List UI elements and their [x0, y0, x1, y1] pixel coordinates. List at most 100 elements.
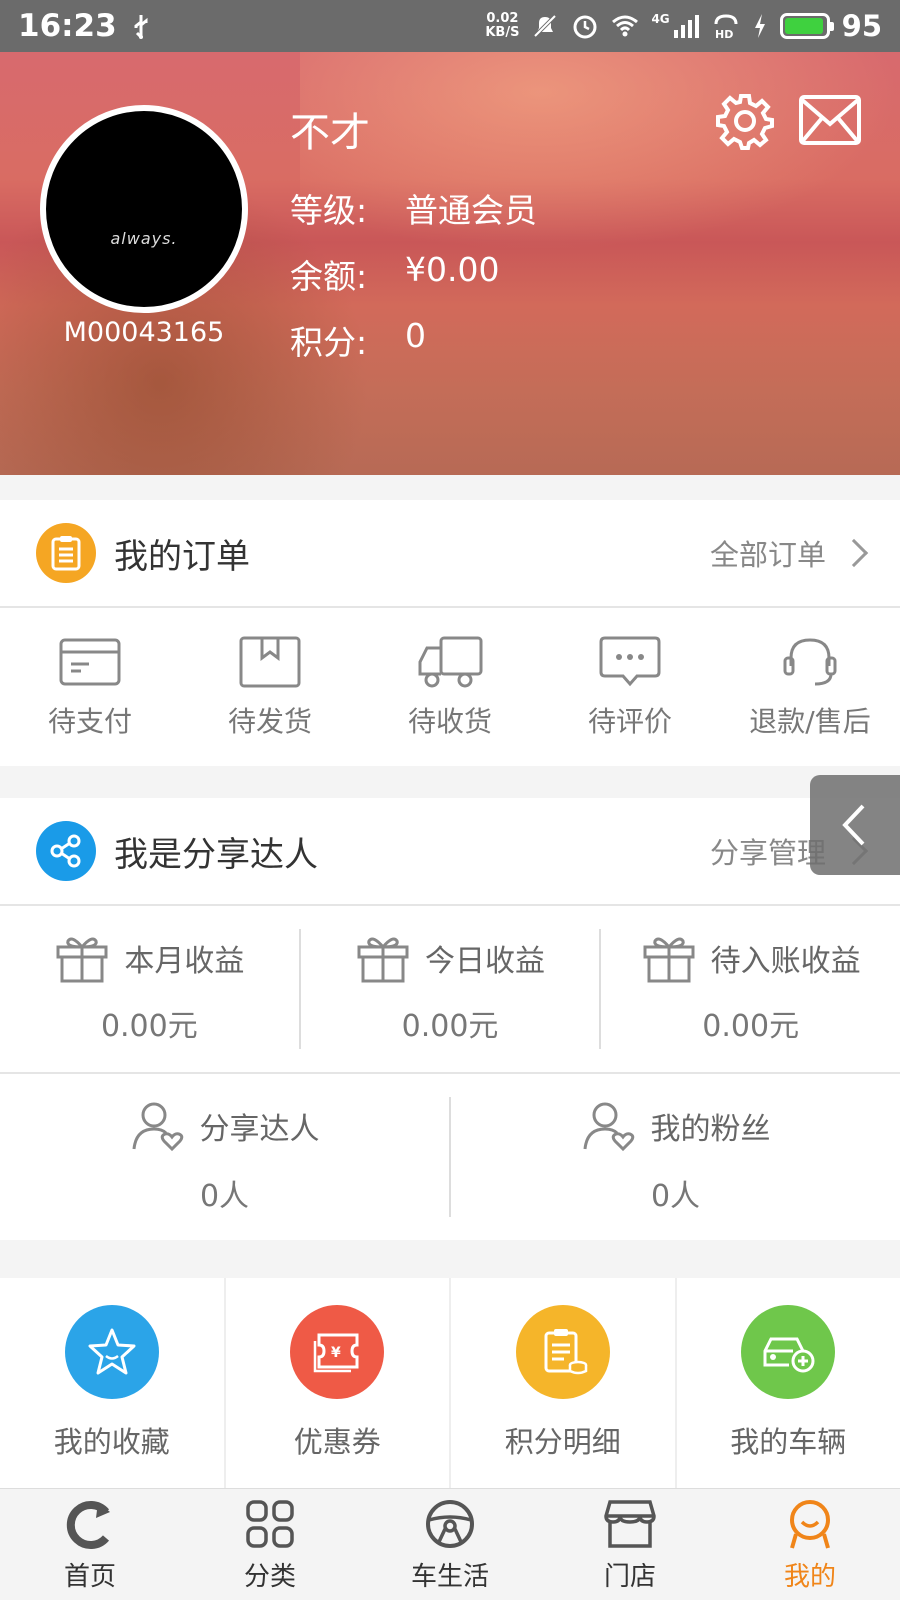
- nav-label: 首页: [63, 1562, 116, 1592]
- nav-mine[interactable]: 我的: [720, 1489, 900, 1600]
- all-orders-label: 全部订单: [709, 538, 826, 572]
- earning-label: 待入账收益: [710, 944, 861, 979]
- orders-title: 我的订单: [114, 536, 250, 577]
- steering-wheel-icon: [426, 1500, 474, 1548]
- card-icon: [59, 638, 121, 686]
- headset-icon: [783, 638, 837, 686]
- net-speed: 0.02 KB/S: [485, 11, 520, 40]
- avatar[interactable]: always.: [40, 105, 248, 313]
- tool-points-detail[interactable]: 积分明细: [451, 1278, 677, 1488]
- share-header[interactable]: 我是分享达人 分享管理: [0, 798, 900, 906]
- fans-label: 分享达人: [199, 1112, 320, 1147]
- wifi-icon: [612, 15, 639, 37]
- status-bar: 16:23 0.02 KB/S 4G HD 95: [0, 0, 900, 52]
- gift-icon: [357, 937, 409, 983]
- share-title: 我是分享达人: [114, 834, 318, 875]
- my-fans-count[interactable]: 我的粉丝 0人: [451, 1097, 900, 1217]
- earning-label: 今日收益: [425, 944, 545, 979]
- bottom-nav: 首页 分类 车生活 门店 我的: [0, 1488, 900, 1600]
- username: 不才: [290, 110, 370, 156]
- fans-row: 分享达人 0人 我的粉丝 0人: [0, 1074, 900, 1240]
- order-item-label: 退款/售后: [749, 705, 871, 738]
- balance-value: ¥0.00: [405, 250, 500, 289]
- charging-icon: [754, 14, 765, 38]
- chevron-right-icon: [839, 538, 869, 568]
- star-icon: [64, 1305, 159, 1399]
- earning-value: 0.00元: [702, 1009, 800, 1044]
- level-row: 等级: 普通会员: [290, 184, 537, 232]
- balance-row: 余额: ¥0.00: [290, 250, 499, 298]
- tool-label: 我的车辆: [730, 1425, 847, 1459]
- order-pending-receipt[interactable]: 待收货: [360, 608, 540, 766]
- clipboard-icon: [36, 523, 96, 583]
- svg-text:HD: HD: [715, 28, 733, 40]
- order-item-label: 待支付: [47, 705, 132, 738]
- tools-row: 我的收藏 ¥ 优惠券 积分明细 我的车辆: [0, 1278, 900, 1488]
- profile-header: always. M00043165 不才 等级: 普通会员 余额: ¥0.00 …: [0, 52, 900, 475]
- order-pending-shipment[interactable]: 待发货: [180, 608, 360, 766]
- mute-icon: [534, 14, 557, 38]
- gift-icon: [56, 937, 108, 983]
- gift-icon: [643, 937, 695, 983]
- order-item-label: 待评价: [587, 705, 672, 738]
- user-heart-icon: [132, 1102, 183, 1152]
- user-icon: [790, 1500, 830, 1549]
- tool-label: 我的收藏: [53, 1425, 170, 1459]
- order-refund-aftersale[interactable]: 退款/售后: [720, 608, 900, 766]
- tool-label: 积分明细: [504, 1425, 621, 1459]
- level-value: 普通会员: [405, 191, 537, 230]
- balance-label: 余额:: [290, 257, 368, 296]
- share-manage-label: 分享管理: [709, 836, 826, 870]
- nav-label: 分类: [243, 1562, 296, 1592]
- points-value: 0: [405, 316, 426, 355]
- share-section: 我是分享达人 分享管理 本月收益 0.00元 今日收益 0.00元 待入账收益: [0, 798, 900, 1240]
- store-icon: [604, 1500, 656, 1548]
- settings-gear-icon[interactable]: [716, 92, 774, 150]
- earning-monthly[interactable]: 本月收益 0.00元: [0, 929, 301, 1049]
- car-add-icon: [741, 1305, 836, 1399]
- share-experts-count[interactable]: 分享达人 0人: [0, 1097, 451, 1217]
- points-label: 积分:: [290, 323, 368, 362]
- nav-store[interactable]: 门店: [540, 1489, 720, 1600]
- order-item-label: 待收货: [407, 705, 492, 738]
- coupon-icon: ¥: [290, 1305, 385, 1399]
- tool-favorites[interactable]: 我的收藏: [0, 1278, 226, 1488]
- home-refresh-icon: [66, 1501, 110, 1549]
- nav-label: 门店: [603, 1562, 656, 1592]
- signal-icon: [673, 15, 699, 38]
- tools-section: 我的收藏 ¥ 优惠券 积分明细 我的车辆: [0, 1278, 900, 1488]
- grid-icon: [246, 1500, 294, 1548]
- all-orders-link[interactable]: 全部订单: [709, 532, 869, 574]
- chevron-left-icon: [842, 804, 865, 846]
- orders-header[interactable]: 我的订单 全部订单: [0, 500, 900, 608]
- points-list-icon: [515, 1305, 610, 1399]
- earning-value: 0.00元: [100, 1009, 198, 1044]
- order-pending-payment[interactable]: 待支付: [0, 608, 180, 766]
- earning-label: 本月收益: [124, 944, 245, 979]
- tool-coupons[interactable]: ¥ 优惠券: [226, 1278, 451, 1488]
- floating-back-button[interactable]: [810, 775, 900, 875]
- svg-text:¥: ¥: [331, 1345, 341, 1361]
- truck-icon: [418, 636, 483, 688]
- earnings-row: 本月收益 0.00元 今日收益 0.00元 待入账收益 0.00元: [0, 906, 900, 1074]
- earning-today[interactable]: 今日收益 0.00元: [301, 929, 602, 1049]
- battery-icon: [779, 13, 834, 39]
- order-pending-review[interactable]: 待评价: [540, 608, 720, 766]
- mail-icon[interactable]: [798, 94, 862, 146]
- network-type: 4G: [651, 12, 670, 26]
- nav-home[interactable]: 首页: [0, 1489, 180, 1600]
- nav-category[interactable]: 分类: [180, 1489, 360, 1600]
- level-label: 等级:: [290, 191, 368, 230]
- points-row: 积分: 0: [290, 316, 426, 364]
- hd-call-icon: HD: [714, 14, 738, 40]
- fans-value: 0人: [650, 1179, 701, 1214]
- tool-my-vehicles[interactable]: 我的车辆: [677, 1278, 900, 1488]
- avatar-text: always.: [110, 228, 178, 248]
- share-icon: [36, 821, 96, 881]
- battery-level: 95: [841, 9, 882, 43]
- tool-label: 优惠券: [293, 1425, 381, 1459]
- earning-pending[interactable]: 待入账收益 0.00元: [601, 929, 900, 1049]
- nav-car-life[interactable]: 车生活: [360, 1489, 540, 1600]
- fans-value: 0人: [199, 1179, 250, 1214]
- fans-label: 我的粉丝: [650, 1112, 771, 1147]
